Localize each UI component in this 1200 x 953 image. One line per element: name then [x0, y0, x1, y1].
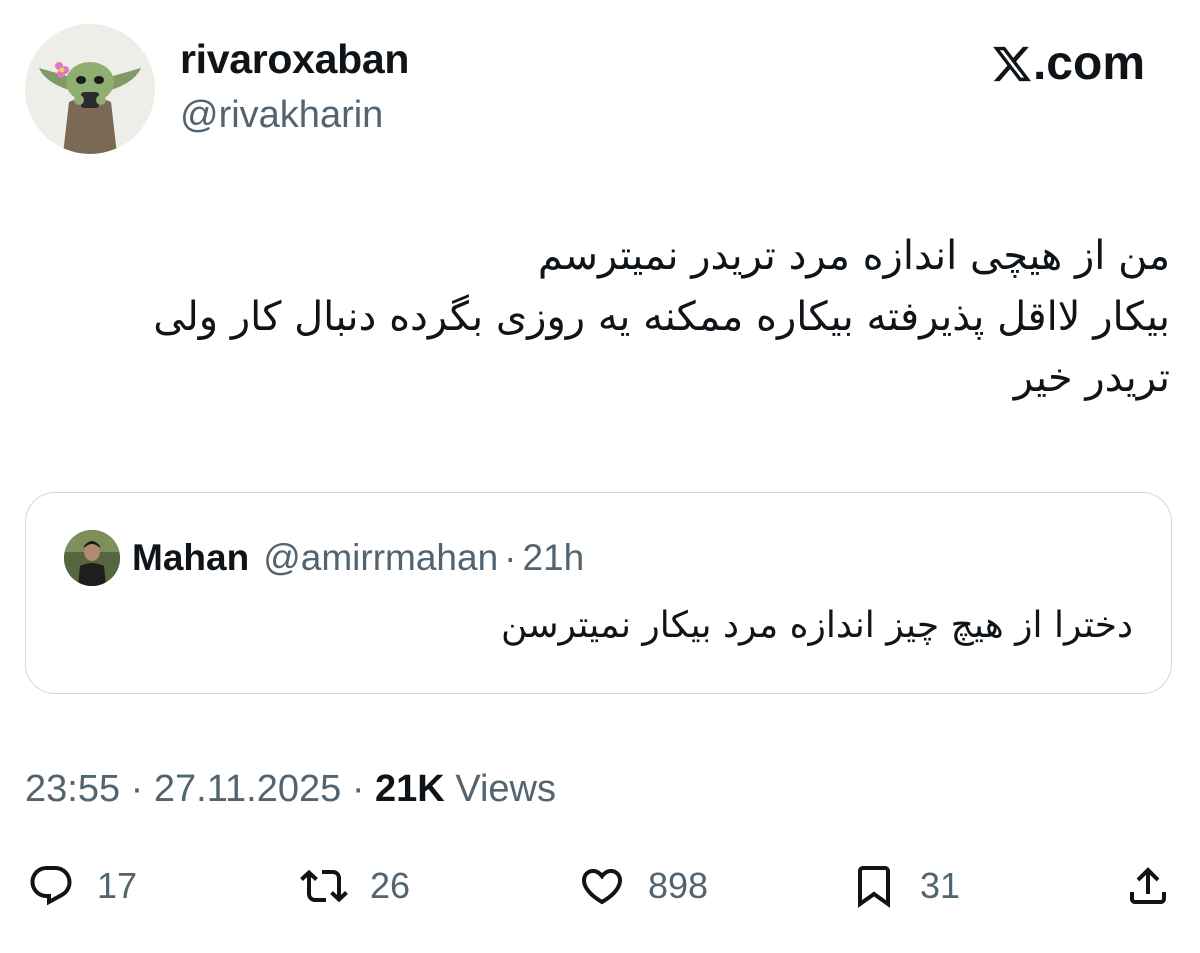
- like-count: 898: [648, 865, 709, 906]
- author-handle[interactable]: @rivakharin: [180, 94, 383, 137]
- tweet-text: من از هیچی اندازه مرد تریدر نمیترسم بیکا…: [30, 226, 1170, 409]
- repost-button[interactable]: 26: [300, 858, 410, 914]
- tweet-date[interactable]: 27.11.2025: [154, 768, 341, 810]
- quoted-avatar-photo: [64, 530, 120, 586]
- x-logo-icon: [993, 46, 1031, 81]
- quoted-timestamp[interactable]: 21h: [522, 537, 584, 579]
- quoted-separator: ·: [504, 537, 517, 578]
- tweet-line: من از هیچی اندازه مرد تریدر نمیترسم: [537, 233, 1170, 279]
- tweet-meta: 23:55 · 27.11.2025 · 21K Views: [25, 768, 556, 811]
- share-button[interactable]: [1124, 858, 1172, 914]
- share-icon: [1130, 867, 1166, 904]
- brand-label: .com: [1032, 37, 1145, 90]
- tweet-line: بیکار لااقل پذیرفته بیکاره ممکنه یه روزی…: [153, 294, 1170, 340]
- repost-icon: [300, 869, 348, 903]
- meta-separator: ·: [130, 768, 144, 810]
- quoted-author-name[interactable]: Mahan: [132, 537, 249, 579]
- meta-separator: ·: [351, 768, 365, 810]
- like-button[interactable]: 898: [578, 858, 708, 914]
- quoted-author-avatar[interactable]: [64, 530, 120, 586]
- brand-watermark: .com: [993, 36, 1145, 91]
- tweet-line: تریدر خیر: [1013, 355, 1170, 401]
- baby-yoda-avatar-image: [25, 24, 155, 154]
- tweet-time[interactable]: 23:55: [25, 768, 120, 810]
- views-count: 21K: [375, 768, 445, 810]
- bookmark-count: 31: [920, 865, 961, 906]
- author-display-name[interactable]: rivaroxaban: [180, 36, 409, 83]
- quoted-tweet-header: Mahan @amirrmahan · 21h: [64, 530, 584, 586]
- quoted-tweet-card[interactable]: Mahan @amirrmahan · 21h دخترا از هیچ چیز…: [25, 492, 1172, 694]
- repost-count: 26: [370, 865, 411, 906]
- bookmark-icon: [858, 866, 890, 908]
- views-label: Views: [455, 768, 556, 810]
- reply-icon: [30, 866, 72, 906]
- quoted-tweet-text: دخترا از هیچ چیز اندازه مرد بیکار نمیترس…: [500, 605, 1133, 646]
- bookmark-button[interactable]: 31: [850, 858, 960, 914]
- quoted-author-handle[interactable]: @amirrmahan: [263, 537, 498, 579]
- reply-count: 17: [97, 865, 138, 906]
- author-avatar[interactable]: [25, 24, 155, 154]
- reply-button[interactable]: 17: [27, 858, 137, 914]
- heart-icon: [581, 869, 623, 905]
